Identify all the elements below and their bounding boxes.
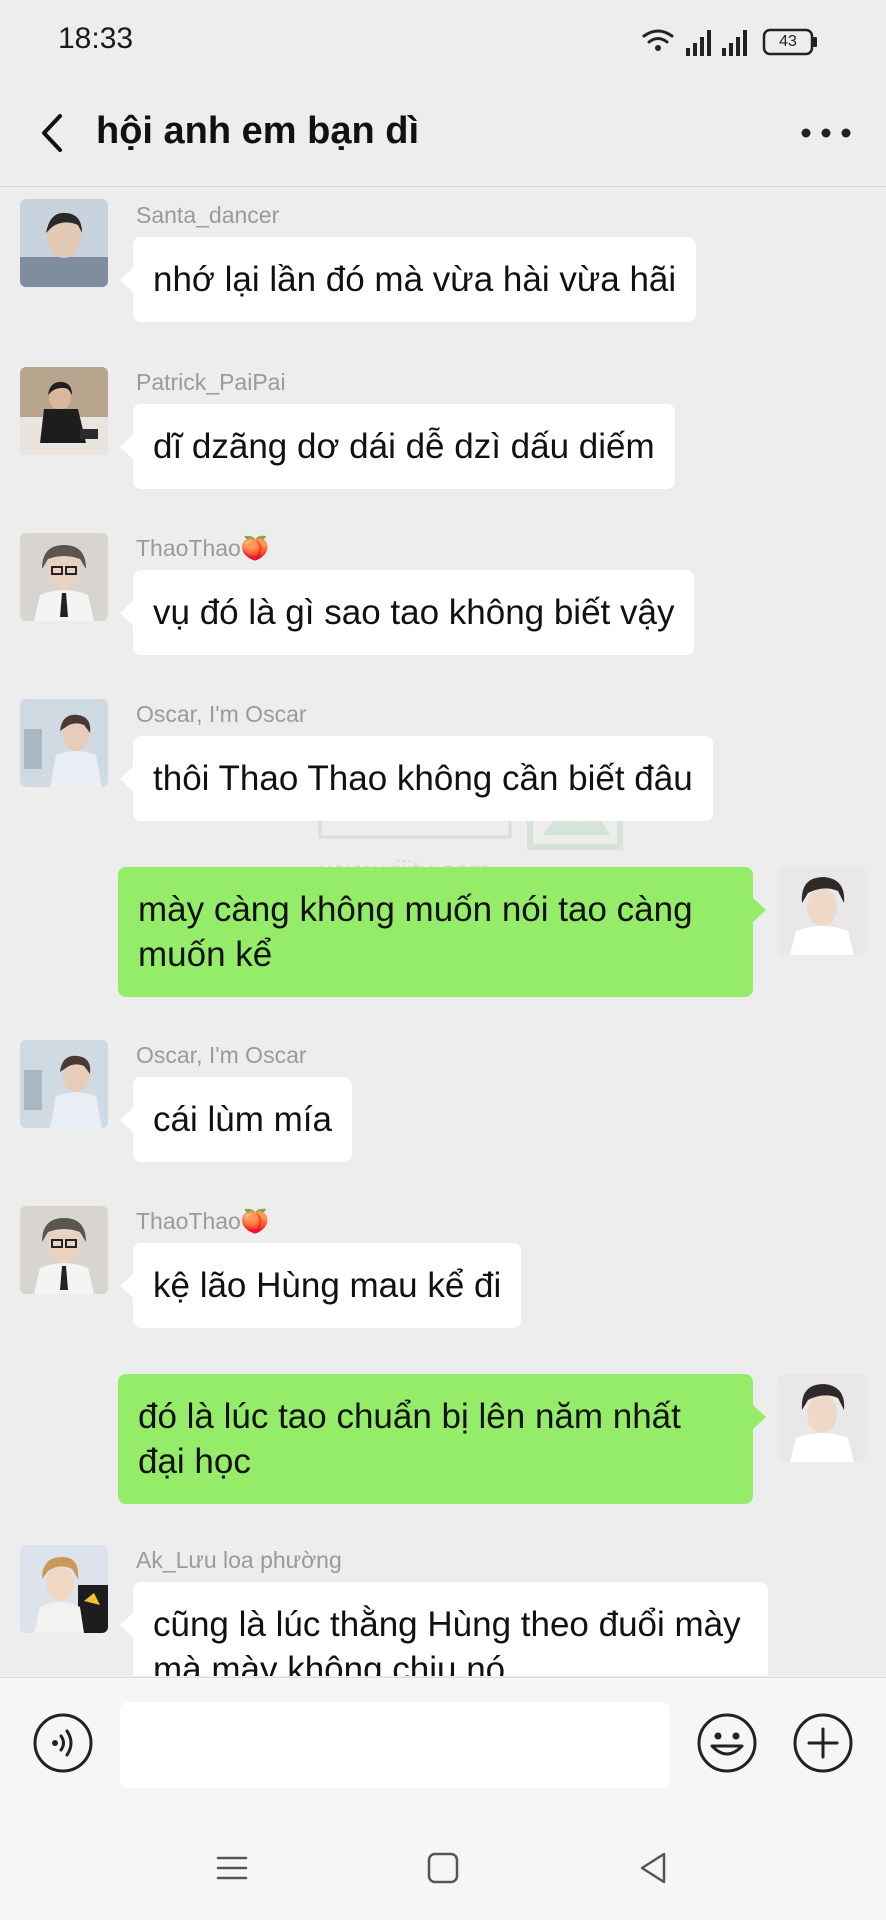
- status-time: 18:33: [58, 22, 134, 55]
- more-dots-icon: [801, 128, 851, 138]
- avatar[interactable]: [20, 367, 108, 455]
- system-back-button[interactable]: [634, 1848, 674, 1888]
- smiley-icon: [697, 1713, 757, 1773]
- more-options-button[interactable]: [796, 108, 856, 158]
- home-button[interactable]: [423, 1848, 463, 1888]
- message-bubble-outgoing[interactable]: mày càng không muốn nói tao càng muốn kể: [118, 867, 766, 997]
- message-bubble[interactable]: nhớ lại lần đó mà vừa hài vừa hãi: [119, 237, 697, 322]
- menu-icon: [216, 1856, 248, 1880]
- more-actions-button[interactable]: [792, 1712, 854, 1774]
- plus-icon: [793, 1713, 853, 1773]
- system-navigation-bar: [0, 1812, 886, 1920]
- avatar-person-icon: [20, 1545, 108, 1633]
- back-triangle-icon: [640, 1852, 666, 1884]
- message-bubble-outgoing[interactable]: đó là lúc tao chuẩn bị lên năm nhất đại …: [118, 1374, 766, 1504]
- status-bar: 18:33 43: [0, 0, 886, 80]
- sender-name: ThaoThao🍑: [136, 1208, 270, 1234]
- chevron-left-icon: [42, 114, 62, 152]
- chat-title: hội anh em bạn dì: [96, 110, 420, 152]
- message-bubble[interactable]: cái lùm mía: [120, 1077, 352, 1162]
- avatar[interactable]: [778, 867, 866, 955]
- back-button[interactable]: [30, 100, 90, 166]
- avatar[interactable]: [20, 533, 108, 621]
- message-list[interactable]: www.yijitu.com Santa_dancer nhớ lại lần …: [0, 187, 886, 1676]
- avatar-person-icon: [778, 867, 866, 955]
- emoji-button[interactable]: [696, 1712, 758, 1774]
- avatar-person-icon: [20, 1206, 108, 1294]
- input-bar: [0, 1677, 886, 1813]
- sender-name: Santa_dancer: [136, 202, 280, 228]
- status-icons: 43: [640, 24, 830, 58]
- voice-icon: [33, 1713, 93, 1773]
- sender-name: Patrick_PaiPai: [136, 369, 286, 395]
- message-bubble[interactable]: vụ đó là gì sao tao không biết vậy: [119, 570, 695, 655]
- sender-name: ThaoThao🍑: [136, 535, 270, 561]
- message-bubble[interactable]: kệ lão Hùng mau kể đi: [119, 1243, 522, 1328]
- message-bubble[interactable]: dĩ dzãng dơ dái dễ dzì dấu diếm: [120, 404, 675, 489]
- avatar-person-icon: [778, 1374, 866, 1462]
- avatar-person-icon: [20, 367, 108, 455]
- avatar-person-icon: [20, 1040, 108, 1128]
- chat-header: hội anh em bạn dì: [0, 80, 886, 187]
- sender-name: Oscar, I'm Oscar: [136, 1042, 307, 1068]
- voice-input-button[interactable]: [32, 1712, 94, 1774]
- home-square-icon: [427, 1852, 459, 1884]
- message-bubble[interactable]: cũng là lúc thằng Hùng theo đuổi mày mà …: [120, 1582, 768, 1676]
- avatar[interactable]: [20, 1040, 108, 1128]
- avatar[interactable]: [20, 1545, 108, 1633]
- message-input[interactable]: [120, 1702, 670, 1788]
- recent-apps-button[interactable]: [212, 1848, 252, 1888]
- avatar-person-icon: [20, 699, 108, 787]
- sender-name: Oscar, I'm Oscar: [136, 701, 307, 727]
- avatar[interactable]: [20, 1206, 108, 1294]
- avatar[interactable]: [20, 199, 108, 287]
- message-bubble[interactable]: thôi Thao Thao không cần biết đâu: [120, 736, 713, 821]
- sender-name: Ak_Lưu loa phường: [136, 1547, 342, 1573]
- avatar[interactable]: [20, 699, 108, 787]
- avatar-person-icon: [20, 199, 108, 287]
- avatar-person-icon: [20, 533, 108, 621]
- avatar[interactable]: [778, 1374, 866, 1462]
- battery-level: 43: [779, 33, 797, 50]
